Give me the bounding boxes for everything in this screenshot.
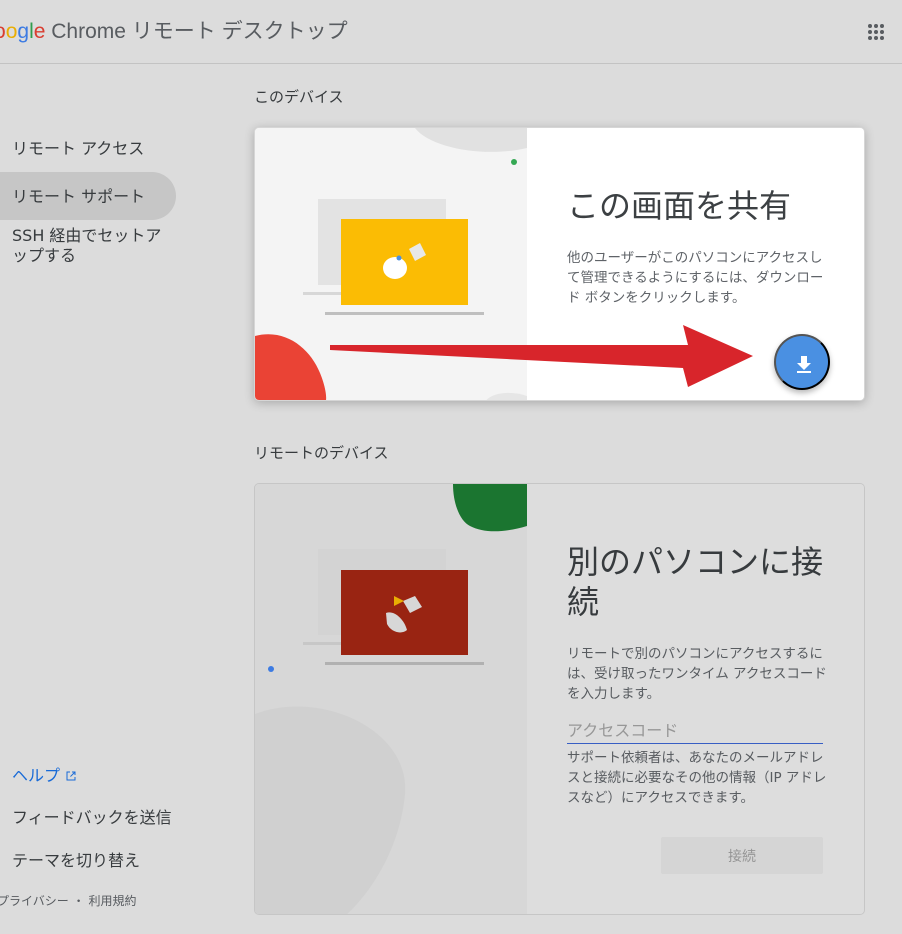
legal-separator: ・	[72, 894, 85, 908]
remote-devices-section-title: リモートのデバイス	[254, 444, 389, 462]
laptop-connect-illustration	[255, 484, 527, 914]
help-link[interactable]: ヘルプ	[12, 766, 77, 786]
brand-letter-g: g	[17, 20, 30, 43]
share-illustration	[255, 128, 527, 400]
apps-grid-icon[interactable]	[868, 24, 884, 40]
connect-device-card: 別のパソコンに接続 リモートで別のパソコンにアクセスするには、受け取ったワンタイ…	[254, 483, 865, 915]
this-device-section-title: このデバイス	[254, 88, 344, 106]
download-button[interactable]	[774, 334, 830, 390]
connect-button[interactable]: 接続	[661, 837, 823, 874]
laptop-share-illustration	[255, 128, 527, 400]
connect-helper-text: サポート依頼者は、あなたのメールアドレスと接続に必要なその他の情報（IP アドレ…	[567, 750, 827, 806]
connect-title: 別のパソコンに接続	[567, 543, 824, 621]
share-screen-card: この画面を共有 他のユーザーがこのパソコンにアクセスして管理できるようにするには…	[254, 127, 865, 401]
legal-links: プライバシー ・ 利用規約	[0, 892, 136, 909]
brand-letter-e: e	[33, 20, 46, 43]
connect-content: 別のパソコンに接続 リモートで別のパソコンにアクセスするには、受け取ったワンタイ…	[527, 484, 864, 914]
nav-item-remote-support[interactable]: リモート サポート	[12, 187, 145, 207]
privacy-link[interactable]: プライバシー	[0, 894, 69, 908]
terms-link[interactable]: 利用規約	[88, 894, 136, 908]
help-label: ヘルプ	[12, 766, 61, 785]
connect-description: リモートで別のパソコンにアクセスするには、受け取ったワンタイム アクセスコードを…	[567, 646, 827, 702]
access-code-input[interactable]	[567, 718, 823, 744]
nav-item-remote-access[interactable]: リモート アクセス	[12, 139, 144, 159]
open-in-new-icon	[66, 771, 76, 781]
share-title: この画面を共有	[567, 187, 792, 225]
brand-letter-o2: o	[5, 20, 18, 43]
brand-logo-text[interactable]: oogle Chrome リモート デスクトップ	[0, 15, 348, 45]
theme-toggle-link[interactable]: テーマを切り替え	[12, 851, 140, 871]
app-header: oogle Chrome リモート デスクトップ	[0, 0, 902, 64]
brand-name: Chrome リモート デスクトップ	[51, 20, 348, 43]
feedback-link[interactable]: フィードバックを送信	[12, 808, 172, 828]
download-icon	[797, 356, 811, 373]
nav-item-ssh-setup[interactable]: SSH 経由でセットア ップする	[12, 226, 167, 266]
share-description: 他のユーザーがこのパソコンにアクセスして管理できるようにするには、ダウンロード …	[567, 250, 824, 306]
connect-illustration	[255, 484, 527, 914]
